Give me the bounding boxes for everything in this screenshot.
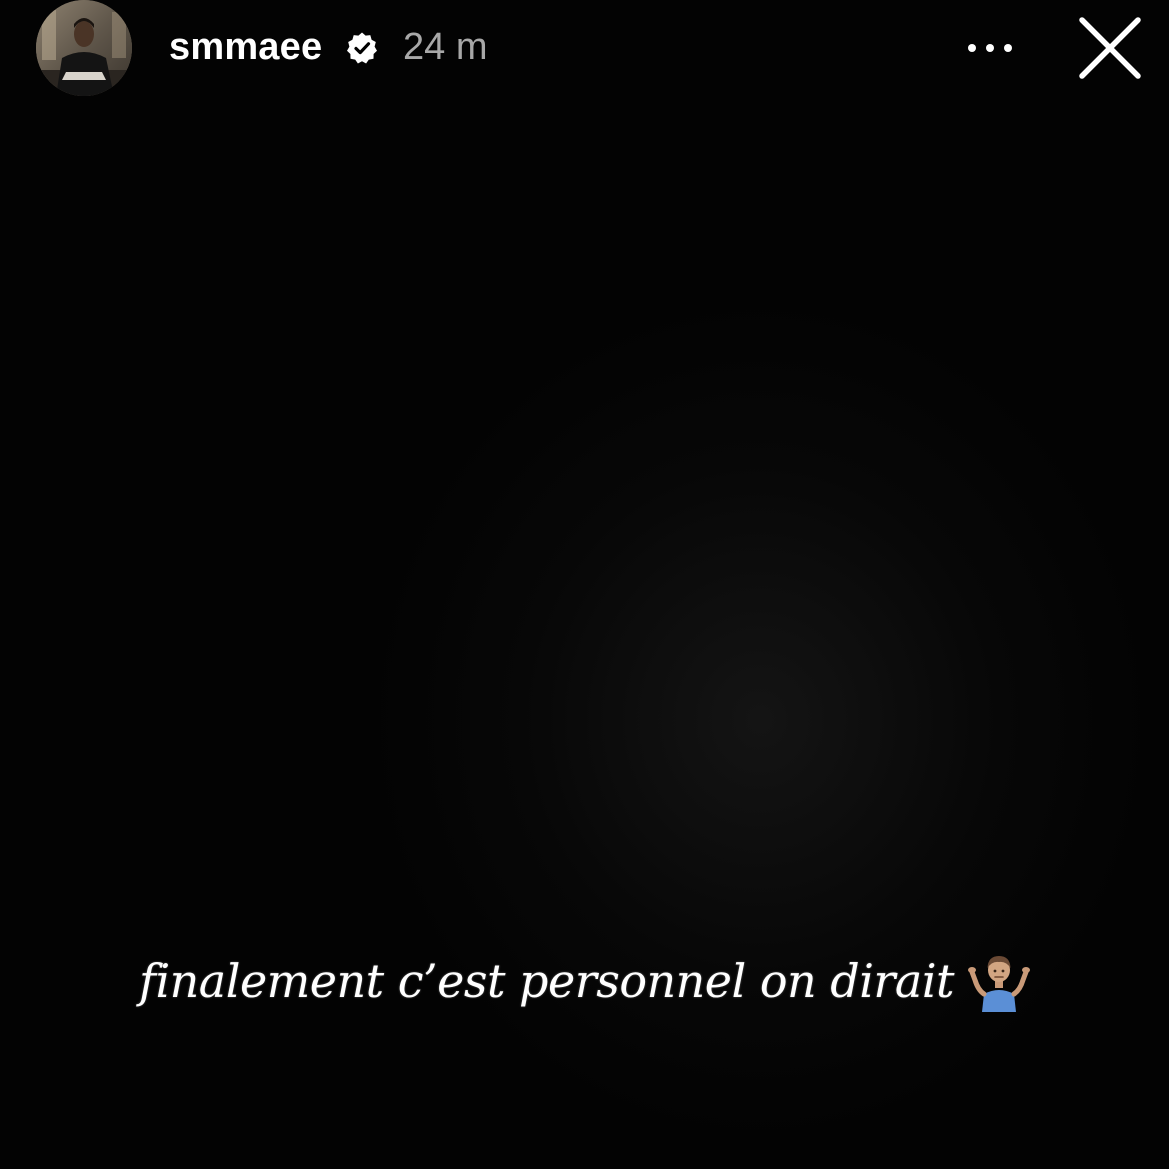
story-header: smmaee 24 m	[0, 0, 1169, 96]
story-caption: finalement c’est personnel on dirait	[0, 946, 1169, 1026]
post-time: 24 m	[403, 26, 488, 68]
caption-text: finalement c’est personnel on dirait	[138, 954, 955, 1008]
more-dot	[986, 44, 994, 52]
verified-badge-icon	[347, 32, 377, 64]
more-options-button[interactable]	[958, 24, 1022, 70]
close-icon[interactable]	[1076, 14, 1144, 82]
story-viewer[interactable]: smmaee 24 m finalement c’est personnel o…	[0, 0, 1169, 1169]
avatar-image	[36, 0, 132, 96]
more-dot	[1004, 44, 1012, 52]
username[interactable]: smmaee	[169, 24, 322, 70]
profile-avatar[interactable]	[36, 0, 132, 96]
more-dot	[968, 44, 976, 52]
person-shrugging-icon	[968, 956, 1031, 1012]
